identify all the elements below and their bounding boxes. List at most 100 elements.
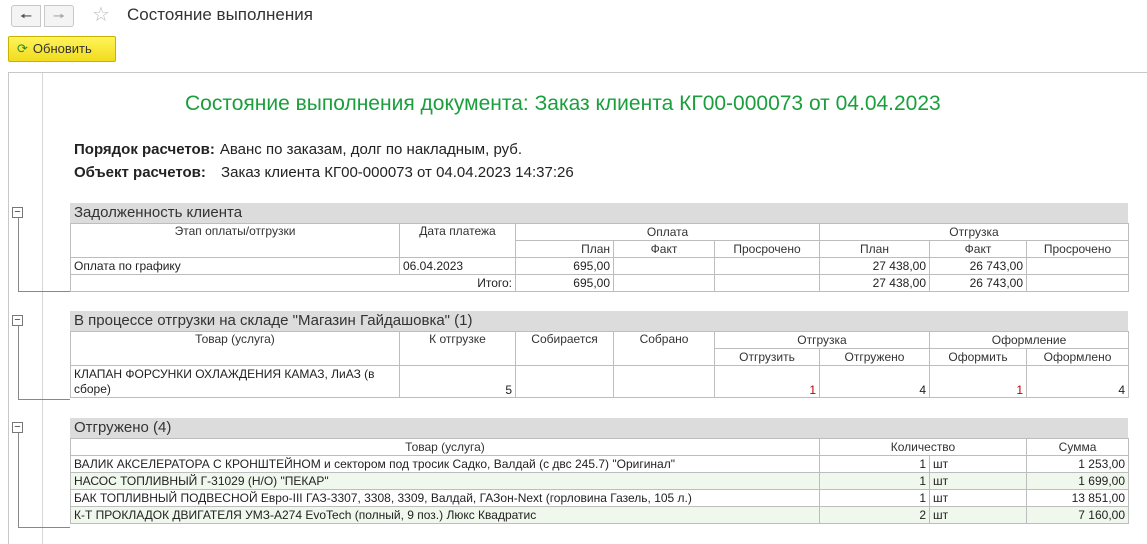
total-pay-overdue[interactable]	[714, 274, 820, 292]
cell-sum[interactable]: 13 851,00	[1026, 489, 1130, 507]
table-row[interactable]: КЛАПАН ФОРСУНКИ ОХЛАЖДЕНИЯ КАМАЗ, ЛиАЗ (…	[70, 365, 1130, 398]
col-header-shipped: Отгружено	[819, 348, 930, 366]
collapse-group-shipped-button[interactable]: −	[12, 422, 23, 433]
cell-stage[interactable]: Оплата по графику	[70, 257, 400, 275]
settlement-object-label: Объект расчетов:	[74, 164, 206, 181]
col-header-collecting: Собирается	[515, 331, 614, 366]
cell-unit[interactable]: шт	[928, 489, 1028, 507]
col-header-ship-fact: Факт	[929, 240, 1027, 258]
back-button[interactable]: 🠔	[11, 5, 41, 27]
collapse-group-debt-button[interactable]: −	[12, 207, 23, 218]
cell-sum[interactable]: 1 699,00	[1026, 472, 1130, 490]
settlement-object-line: Объект расчетов: Заказ клиента КГ00-0000…	[74, 164, 574, 181]
section-in-process-title[interactable]: В процессе отгрузки на складе "Магазин Г…	[70, 311, 1128, 331]
col-header-pay-date: Дата платежа	[399, 223, 516, 258]
cell-item[interactable]: К-Т ПРОКЛАДОК ДВИГАТЕЛЯ УМЗ-А274 EvoTech…	[70, 506, 820, 524]
group-line	[18, 291, 70, 292]
col-header-item: Товар (услуга)	[70, 331, 400, 366]
table-row[interactable]: К-Т ПРОКЛАДОК ДВИГАТЕЛЯ УМЗ-А274 EvoTech…	[70, 506, 1130, 524]
col-header-ship-overdue: Просрочено	[1026, 240, 1129, 258]
group-line	[18, 428, 19, 528]
cell-collected[interactable]	[613, 365, 715, 398]
total-ship-overdue[interactable]	[1026, 274, 1129, 292]
col-header-pay-plan: План	[515, 240, 614, 258]
cell-ship[interactable]: 1	[714, 365, 820, 398]
refresh-icon: ⟳	[17, 41, 28, 56]
col-header-pay-overdue: Просрочено	[714, 240, 820, 258]
col-header-formalized: Оформлено	[1025, 348, 1130, 366]
cell-pay-plan[interactable]: 695,00	[515, 257, 614, 275]
table-row[interactable]: ВАЛИК АКСЕЛЕРАТОРА С КРОНШТЕЙНОМ и секто…	[70, 455, 1130, 473]
col-header-shipment: Отгрузка	[819, 223, 1129, 241]
group-line	[18, 213, 19, 292]
cell-ship-overdue[interactable]	[1026, 257, 1129, 275]
cell-pay-fact[interactable]	[613, 257, 715, 275]
cell-qty[interactable]: 1	[819, 489, 930, 507]
cell-item[interactable]: КЛАПАН ФОРСУНКИ ОХЛАЖДЕНИЯ КАМАЗ, ЛиАЗ (…	[70, 365, 400, 398]
forward-button[interactable]: 🠖	[44, 5, 74, 27]
settlement-order-value: Аванс по заказам, долг по накладным, руб…	[219, 141, 523, 158]
total-row[interactable]: Итого: 695,00 27 438,00 26 743,00	[70, 274, 1129, 292]
cell-ship-fact[interactable]: 26 743,00	[929, 257, 1027, 275]
group-line	[18, 321, 19, 400]
group-line	[18, 527, 70, 528]
cell-qty[interactable]: 1	[819, 455, 930, 473]
favorite-star-icon[interactable]: ☆	[92, 3, 110, 27]
total-ship-plan[interactable]: 27 438,00	[819, 274, 930, 292]
col-header-collected: Собрано	[613, 331, 715, 366]
cell-formalized[interactable]: 4	[1025, 365, 1130, 398]
table-row[interactable]: НАСОС ТОПЛИВНЫЙ Г-31029 (Н/О) "ПЕКАР" 1 …	[70, 472, 1130, 490]
col-header-payment: Оплата	[515, 223, 820, 241]
cell-shipped[interactable]: 4	[819, 365, 930, 398]
settlement-object-value[interactable]: Заказ клиента КГ00-000073 от 04.04.2023 …	[221, 164, 574, 181]
cell-item[interactable]: БАК ТОПЛИВНЫЙ ПОДВЕСНОЙ Евро-III ГАЗ-330…	[70, 489, 820, 507]
refresh-button[interactable]: ⟳ Обновить	[8, 36, 116, 62]
col-header-pay-fact: Факт	[613, 240, 715, 258]
cell-qty[interactable]: 1	[819, 472, 930, 490]
col-header-ship-plan: План	[819, 240, 930, 258]
cell-pay-date[interactable]: 06.04.2023	[399, 257, 516, 275]
debt-table: Этап оплаты/отгрузки Дата платежа Оплата…	[70, 223, 1129, 292]
settlement-order-line: Порядок расчетов: Аванс по заказам, долг …	[74, 141, 522, 158]
cell-sum[interactable]: 1 253,00	[1026, 455, 1130, 473]
settlement-order-label: Порядок расчетов:	[74, 141, 215, 158]
col-header-qty: Количество	[818, 438, 1028, 456]
in-process-table: Товар (услуга) К отгрузке Собирается Соб…	[70, 331, 1130, 398]
cell-item[interactable]: НАСОС ТОПЛИВНЫЙ Г-31029 (Н/О) "ПЕКАР"	[70, 472, 820, 490]
table-row[interactable]: Оплата по графику 06.04.2023 695,00 27 4…	[70, 257, 1129, 275]
col-header-stage: Этап оплаты/отгрузки	[70, 223, 400, 258]
cell-to-ship[interactable]: 5	[399, 365, 516, 398]
cell-sum[interactable]: 7 160,00	[1026, 506, 1130, 524]
arrow-left-icon: 🠔	[19, 8, 33, 24]
section-debt-title[interactable]: Задолженность клиента	[70, 203, 1128, 223]
table-row[interactable]: БАК ТОПЛИВНЫЙ ПОДВЕСНОЙ Евро-III ГАЗ-330…	[70, 489, 1130, 507]
col-header-formalize: Оформить	[929, 348, 1027, 366]
cell-unit[interactable]: шт	[928, 472, 1028, 490]
total-pay-plan[interactable]: 695,00	[515, 274, 614, 292]
arrow-right-icon: 🠖	[52, 8, 66, 24]
total-ship-fact[interactable]: 26 743,00	[929, 274, 1027, 292]
col-header-formalization: Оформление	[928, 331, 1130, 349]
total-pay-fact[interactable]	[613, 274, 715, 292]
cell-qty[interactable]: 2	[819, 506, 930, 524]
refresh-button-label: Обновить	[32, 41, 92, 56]
cell-pay-overdue[interactable]	[714, 257, 820, 275]
cell-collecting[interactable]	[515, 365, 614, 398]
cell-unit[interactable]: шт	[928, 455, 1028, 473]
col-header-to-ship: К отгрузке	[399, 331, 516, 366]
cell-formalize[interactable]: 1	[929, 365, 1027, 398]
section-shipped-title[interactable]: Отгружено (4)	[70, 418, 1128, 438]
cell-item[interactable]: ВАЛИК АКСЕЛЕРАТОРА С КРОНШТЕЙНОМ и секто…	[70, 455, 820, 473]
gutter-divider	[42, 73, 43, 544]
total-label: Итого:	[70, 274, 516, 292]
cell-unit[interactable]: шт	[928, 506, 1028, 524]
collapse-group-in-process-button[interactable]: −	[12, 315, 23, 326]
col-header-item: Товар (услуга)	[70, 438, 820, 456]
report-title: Состояние выполнения документа: Заказ кл…	[185, 92, 941, 115]
cell-ship-plan[interactable]: 27 438,00	[819, 257, 930, 275]
col-header-shipment: Отгрузка	[714, 331, 930, 349]
shipped-table: Товар (услуга) Количество Сумма ВАЛИК АК…	[70, 438, 1130, 524]
col-header-ship: Отгрузить	[714, 348, 820, 366]
window-title: Состояние выполнения	[127, 5, 313, 24]
col-header-sum: Сумма	[1026, 438, 1130, 456]
